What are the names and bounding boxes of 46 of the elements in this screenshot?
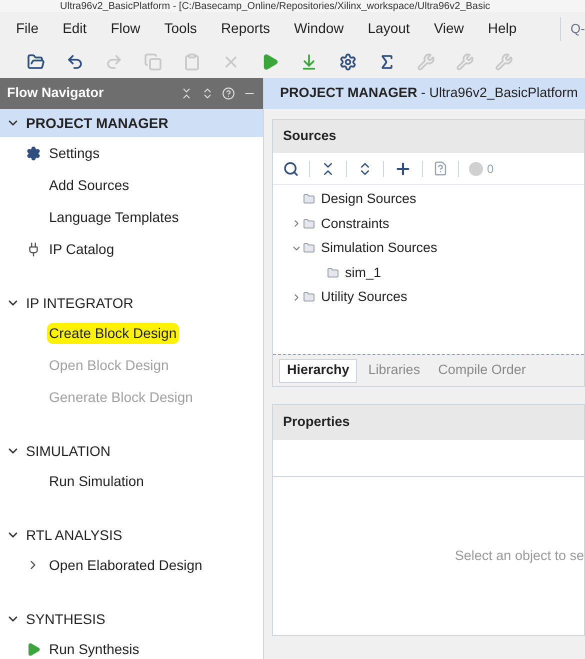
tree-item[interactable]: Simulation Sources xyxy=(321,238,438,258)
menu-item[interactable]: Layout xyxy=(368,18,410,39)
tab[interactable]: Hierarchy xyxy=(279,358,358,382)
menu-item[interactable]: File xyxy=(16,18,39,39)
search-field[interactable]: Q- xyxy=(560,16,585,40)
panel-title: Flow Navigator xyxy=(7,84,104,102)
help-icon[interactable] xyxy=(222,87,235,100)
plug-icon xyxy=(26,242,41,256)
menu-item[interactable]: Edit xyxy=(62,18,87,39)
folder-icon xyxy=(303,218,315,230)
panel-title: Sources xyxy=(283,127,336,146)
menu-item[interactable]: Window xyxy=(294,18,344,39)
menu-item[interactable]: View xyxy=(434,18,464,39)
panel-title: Properties xyxy=(283,413,350,432)
search-icon[interactable] xyxy=(283,160,299,176)
nav-link[interactable]: Open Elaborated Design xyxy=(49,554,202,576)
section-header[interactable]: SYNTHESIS xyxy=(0,605,263,633)
nav-link[interactable]: Settings xyxy=(49,142,100,164)
folder-icon xyxy=(303,242,315,254)
nav-link[interactable]: Run Simulation xyxy=(49,470,144,492)
folder-icon xyxy=(327,266,339,279)
tree-item[interactable]: sim_1 xyxy=(345,262,382,283)
run-icon xyxy=(26,642,41,656)
menu-item[interactable]: Tools xyxy=(164,18,197,39)
tree-item[interactable]: Constraints xyxy=(321,214,390,234)
nav-link[interactable]: Language Templates xyxy=(49,206,179,228)
menu-item[interactable]: Reports xyxy=(220,18,270,39)
nav-link[interactable]: Add Sources xyxy=(49,174,130,196)
nav-link[interactable]: Run Synthesis xyxy=(49,638,140,659)
section-header[interactable]: SIMULATION xyxy=(0,437,263,465)
tree-item[interactable]: Design Sources xyxy=(321,189,416,210)
menu-item[interactable]: Flow xyxy=(110,18,140,39)
panel-title: PROJECT MANAGER - Ultra96v2_BasicPlatform xyxy=(280,84,578,102)
empty-message: Select an object to se xyxy=(454,546,584,565)
folder-icon xyxy=(303,193,315,206)
tree-item[interactable]: Utility Sources xyxy=(321,287,408,308)
menu-item[interactable]: Help xyxy=(488,18,517,39)
count-label: 0 xyxy=(487,160,494,178)
folder-icon xyxy=(303,291,315,304)
section-header[interactable]: IP INTEGRATOR xyxy=(0,289,263,317)
help-document-icon[interactable] xyxy=(433,161,448,176)
nav-link[interactable]: Create Block Design xyxy=(47,322,179,344)
section-header[interactable]: RTL ANALYSIS xyxy=(0,521,263,549)
section-header[interactable]: PROJECT MANAGER xyxy=(0,109,263,137)
nav-link[interactable]: IP Catalog xyxy=(49,238,114,260)
window-title: Ultra96v2_BasicPlatform - [C:/Basecamp_Online/Repositories/Xilinx_workspace/Ultra96v2_Basic xyxy=(60,0,490,12)
